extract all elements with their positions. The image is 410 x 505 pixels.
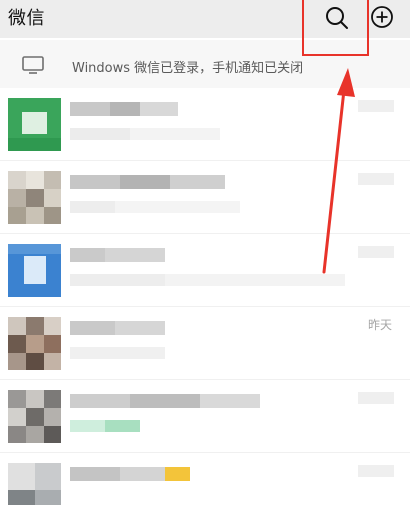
chat-time-blurred bbox=[358, 246, 394, 258]
chat-name-blurred bbox=[70, 102, 178, 116]
avatar bbox=[8, 171, 61, 224]
chat-message-blurred bbox=[70, 274, 345, 286]
chat-time: 昨天 bbox=[368, 318, 393, 332]
add-button[interactable] bbox=[368, 3, 398, 33]
chat-name-blurred bbox=[70, 175, 225, 189]
chat-name-blurred bbox=[70, 248, 165, 262]
chat-row[interactable] bbox=[0, 380, 410, 453]
chat-row[interactable] bbox=[0, 234, 410, 307]
chat-name-blurred bbox=[70, 394, 260, 408]
chat-message-blurred bbox=[70, 128, 220, 140]
chat-message-blurred bbox=[70, 420, 140, 432]
chat-name-blurred bbox=[70, 467, 190, 481]
avatar bbox=[8, 390, 61, 443]
chat-name-blurred bbox=[70, 321, 165, 335]
chat-message-blurred bbox=[70, 201, 240, 213]
chat-time-blurred bbox=[358, 100, 394, 112]
monitor-icon bbox=[22, 56, 44, 74]
chat-time-blurred bbox=[358, 392, 394, 404]
chat-row[interactable] bbox=[0, 88, 410, 161]
avatar bbox=[8, 463, 61, 505]
wechat-screen: 微信 Windows 微信已登录，手机通知已关闭 昨天 bbox=[0, 0, 410, 505]
chat-list: 昨天 bbox=[0, 88, 410, 505]
chat-time-blurred bbox=[358, 173, 394, 185]
chat-message-blurred bbox=[70, 347, 165, 359]
chat-row[interactable] bbox=[0, 161, 410, 234]
chat-row[interactable] bbox=[0, 453, 410, 505]
annotation-highlight-box bbox=[302, 0, 369, 56]
chat-time-blurred bbox=[358, 465, 394, 477]
plus-circle-icon bbox=[371, 6, 393, 28]
avatar bbox=[8, 98, 61, 151]
login-status-text: Windows 微信已登录，手机通知已关闭 bbox=[72, 61, 304, 76]
avatar bbox=[8, 317, 61, 370]
avatar bbox=[8, 244, 61, 297]
chat-row[interactable]: 昨天 bbox=[0, 307, 410, 380]
app-title: 微信 bbox=[8, 8, 45, 29]
